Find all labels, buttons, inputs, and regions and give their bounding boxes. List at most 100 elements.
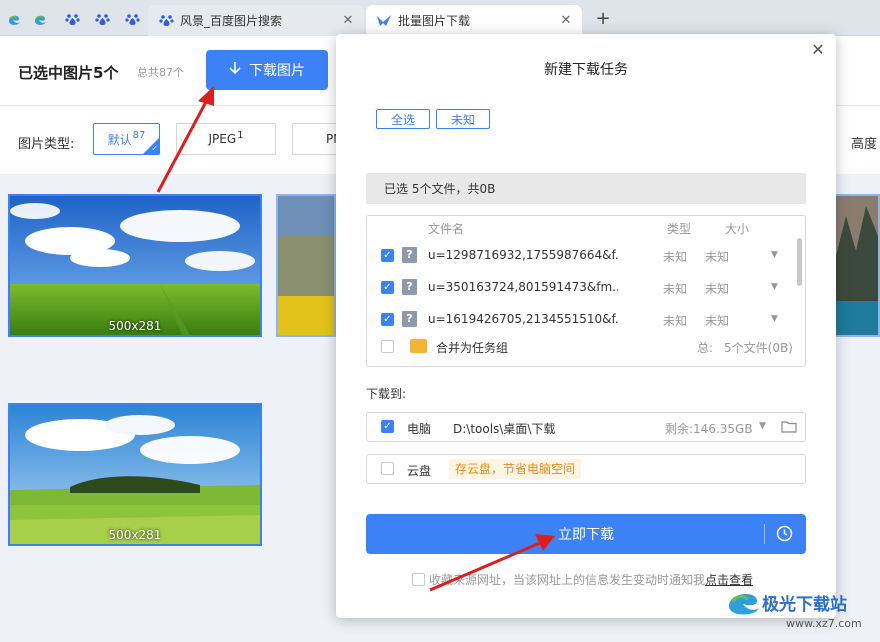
- file-row[interactable]: ✓ ? u=1298716932,1755987664&f... 未知 未知 ▼: [367, 242, 799, 270]
- cloud-label: 云盘: [407, 464, 432, 478]
- file-size: 未知: [705, 282, 730, 296]
- total-count: 总共87个: [137, 66, 184, 79]
- pinned-tab-edge-1[interactable]: [0, 6, 28, 32]
- file-type: 未知: [663, 282, 688, 296]
- edge-icon: [35, 15, 46, 25]
- file-checkbox[interactable]: ✓: [381, 313, 394, 326]
- file-checkbox[interactable]: ✓: [381, 281, 394, 294]
- file-name: u=1298716932,1755987664&f...: [428, 248, 618, 262]
- selected-count-title: 已选中图片5个: [18, 64, 119, 82]
- pinned-tab-baidu-3[interactable]: [118, 6, 146, 32]
- image-type-label: 图片类型:: [18, 137, 75, 152]
- image-thumb[interactable]: 500x281: [8, 403, 262, 546]
- file-name: u=350163724,801591473&fm...: [428, 280, 618, 294]
- download-arrow-icon: [229, 61, 241, 79]
- folder-outline-icon[interactable]: [781, 420, 797, 436]
- tab-label: 风景_百度图片搜索: [180, 14, 283, 28]
- file-row[interactable]: ✓ ? u=1619426705,2134551510&f... 未知 未知 ▼: [367, 306, 799, 334]
- watermark-brand: 极光下载站: [762, 595, 847, 615]
- pc-free-space: 剩余:146.35GB: [665, 422, 753, 436]
- question-icon: ?: [402, 311, 417, 327]
- tab-label: 批量图片下载: [398, 14, 471, 28]
- landscape-image: [278, 196, 334, 335]
- baidu-paw-icon: [124, 13, 140, 25]
- new-download-task-dialog: 新建下载任务 ✕ 全选 未知 已选 5个文件，共0B 文件名 类型 大小 ✓ ?…: [336, 34, 836, 618]
- dropdown-icon[interactable]: ▼: [771, 314, 778, 324]
- destination-cloud-row[interactable]: 云盘 存云盘，节省电脑空间: [366, 454, 806, 484]
- column-header-type: 类型: [667, 222, 692, 236]
- pc-label: 电脑: [407, 422, 432, 436]
- pc-path: D:\tools\桌面\下载: [453, 422, 556, 436]
- cloud-promo-badge: 存云盘，节省电脑空间: [449, 459, 582, 479]
- tab-batch-image-download[interactable]: 批量图片下载 ✕: [366, 5, 582, 36]
- file-list: 文件名 类型 大小 ✓ ? u=1298716932,1755987664&f.…: [366, 215, 806, 367]
- bird-icon: [376, 13, 392, 29]
- selection-summary: 已选 5个文件，共0B: [366, 173, 806, 204]
- download-now-button[interactable]: 立即下载: [366, 514, 806, 554]
- close-icon[interactable]: ✕: [558, 13, 574, 28]
- question-icon: ?: [402, 279, 417, 295]
- watermark: 极光下载站 www.xz7.com: [724, 582, 880, 642]
- landscape-image: [10, 405, 260, 544]
- filter-chip-default[interactable]: 默认 87 ✓: [93, 123, 160, 155]
- landscape-image: [10, 196, 260, 335]
- pinned-tab-edge-2[interactable]: [26, 6, 54, 32]
- edge-icon: [9, 15, 20, 25]
- file-size: 未知: [705, 314, 730, 328]
- merge-total-label: 总:: [697, 341, 714, 355]
- merge-group-row[interactable]: 合并为任务组 总: 5个文件(0B): [367, 333, 799, 361]
- file-name: u=1619426705,2134551510&f...: [428, 312, 618, 326]
- filter-chip-jpeg[interactable]: JPEG 1: [176, 123, 276, 155]
- image-thumb-partial-right[interactable]: [834, 194, 880, 337]
- pinned-tab-baidu-1[interactable]: [58, 6, 86, 32]
- watermark-url: www.xz7.com: [786, 617, 862, 630]
- question-icon: ?: [402, 247, 417, 263]
- watch-source-checkbox[interactable]: [412, 573, 425, 586]
- browser-tab-bar: 风景_百度图片搜索 ✕ 批量图片下载 ✕ +: [0, 0, 880, 36]
- clock-icon[interactable]: [776, 525, 793, 542]
- dropdown-icon[interactable]: ▼: [771, 282, 778, 292]
- button-divider: [764, 524, 765, 544]
- merge-checkbox[interactable]: [381, 340, 394, 353]
- tab-baidu-image-search[interactable]: 风景_百度图片搜索 ✕: [148, 5, 364, 36]
- column-header-name: 文件名: [428, 222, 465, 236]
- watermark-logo: [729, 593, 759, 615]
- destination-pc-row[interactable]: ✓ 电脑 D:\tools\桌面\下载 剩余:146.35GB ▼: [366, 412, 806, 442]
- dropdown-icon[interactable]: ▼: [771, 250, 778, 260]
- select-all-button[interactable]: 全选: [376, 109, 430, 129]
- download-images-button[interactable]: 下载图片: [206, 50, 328, 90]
- baidu-paw-icon: [94, 13, 110, 25]
- dialog-title: 新建下载任务: [544, 62, 628, 78]
- file-size: 未知: [705, 250, 730, 264]
- file-list-scrollbar[interactable]: [797, 238, 802, 286]
- height-filter-label: 高度: [851, 137, 878, 152]
- check-icon: ✓: [151, 144, 158, 153]
- baidu-paw-icon: [158, 13, 174, 29]
- download-to-label: 下载到:: [366, 387, 407, 401]
- image-dimensions: 500x281: [108, 319, 162, 333]
- new-tab-button[interactable]: +: [592, 8, 614, 29]
- watch-source-text: 收藏来源网址，当该网址上的信息发生变动时通知我: [429, 573, 706, 587]
- file-row[interactable]: ✓ ? u=350163724,801591473&fm... 未知 未知 ▼: [367, 274, 799, 302]
- dropdown-icon[interactable]: ▼: [759, 421, 766, 431]
- landscape-image: [836, 196, 878, 335]
- download-images-label: 下载图片: [249, 63, 305, 79]
- pc-checkbox[interactable]: ✓: [381, 420, 394, 433]
- watch-source-note: 收藏来源网址，当该网址上的信息发生变动时通知我点击查看: [412, 571, 753, 588]
- cloud-checkbox[interactable]: [381, 462, 394, 475]
- file-checkbox[interactable]: ✓: [381, 249, 394, 262]
- image-thumb[interactable]: 500x281: [8, 194, 262, 337]
- pinned-tab-baidu-2[interactable]: [88, 6, 116, 32]
- image-dimensions: 500x281: [108, 528, 162, 542]
- chip-label: JPEG: [208, 132, 237, 146]
- folder-icon: [410, 339, 427, 353]
- close-icon[interactable]: ✕: [808, 40, 828, 59]
- chip-count: 1: [237, 129, 244, 141]
- close-icon[interactable]: ✕: [340, 13, 356, 28]
- merge-total-count: 5个文件(0B): [724, 341, 793, 355]
- download-now-label: 立即下载: [558, 527, 614, 543]
- file-type: 未知: [663, 250, 688, 264]
- unknown-filter-button[interactable]: 未知: [436, 109, 490, 129]
- image-thumb-partial[interactable]: [276, 194, 336, 337]
- chip-label: 默认: [107, 132, 132, 147]
